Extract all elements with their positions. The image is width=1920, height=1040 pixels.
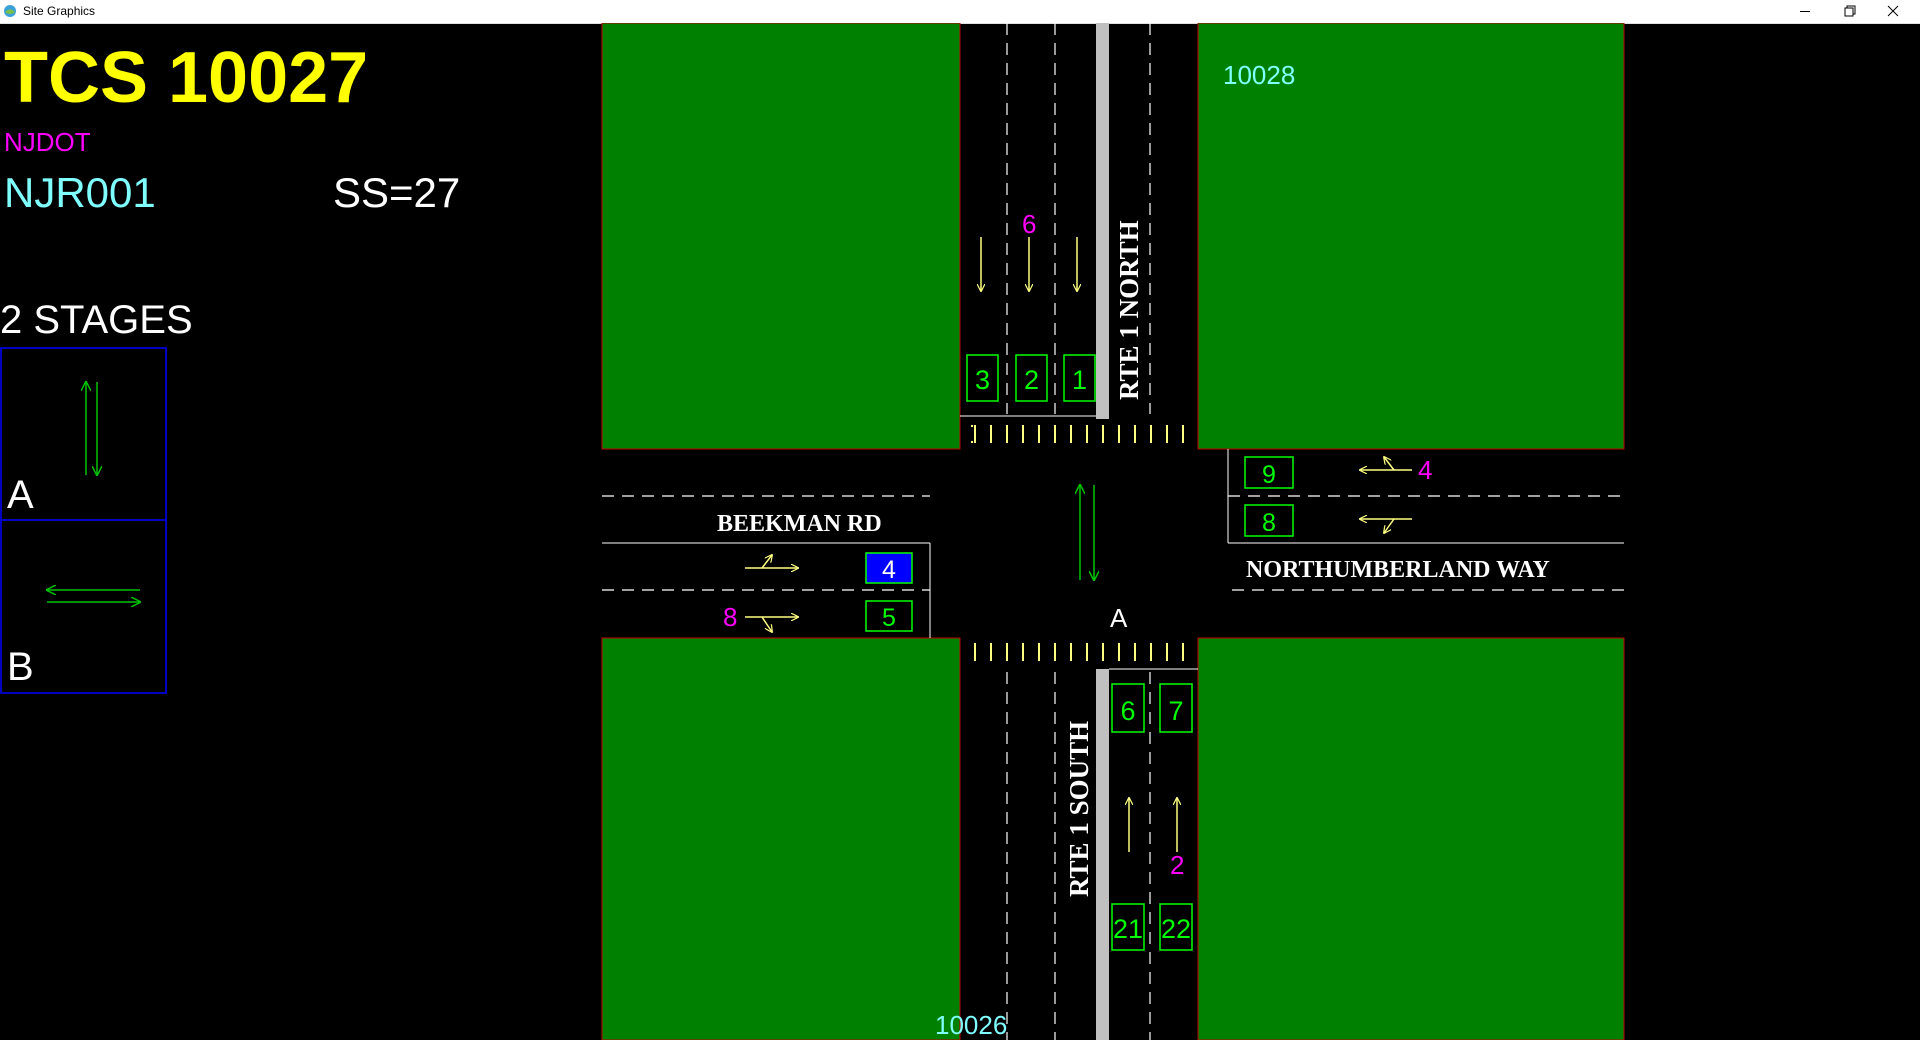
detector-label: 7 (1168, 696, 1183, 726)
site-graphic: A B RTE 1 NORTH RTE 1 SOUTH BEEKMAN RD N… (0, 23, 1625, 1040)
detector-label: 6 (1120, 696, 1135, 726)
south-arrows (1129, 798, 1177, 852)
detector-west-5[interactable]: 5 (865, 600, 913, 632)
stage-panel: A B (0, 347, 167, 694)
detector-label: 1 (1072, 365, 1087, 395)
south-crosswalk (974, 643, 1184, 661)
phase-label-west: 8 (723, 602, 737, 632)
detector-label: 3 (975, 365, 990, 395)
grass-sw (601, 637, 961, 1040)
detector-label: 2 (1024, 365, 1039, 395)
detector-south-7[interactable]: 7 (1159, 683, 1193, 733)
road-name-east: NORTHUMBERLAND WAY (1246, 557, 1550, 583)
detector-west-4[interactable]: 4 (865, 552, 913, 584)
adjacent-site-s[interactable]: 10026 (935, 1010, 1007, 1040)
adjacent-site-ne[interactable]: 10028 (1223, 60, 1295, 90)
close-icon[interactable] (1870, 0, 1916, 23)
detector-label: 8 (1262, 509, 1276, 537)
east-arrows (1360, 457, 1412, 533)
window-titlebar: Site Graphics (0, 0, 1920, 24)
detector-label: 9 (1262, 461, 1276, 489)
detector-east-8[interactable]: 8 (1244, 504, 1294, 537)
north-crosswalk (974, 425, 1184, 443)
restore-icon[interactable] (1826, 0, 1872, 23)
detector-north-1[interactable]: 1 (1063, 354, 1096, 402)
south-median (1096, 669, 1109, 1040)
road-name-west: BEEKMAN RD (717, 511, 882, 537)
road-name-north: RTE 1 NORTH (1114, 220, 1144, 400)
current-stage-label: A (1110, 603, 1128, 633)
window-title: Site Graphics (23, 4, 96, 18)
grass-se (1197, 637, 1625, 1040)
detector-south-6[interactable]: 6 (1111, 683, 1145, 733)
phase-label-south: 2 (1170, 850, 1184, 880)
detector-label: 5 (882, 604, 896, 632)
detector-label: 4 (882, 556, 896, 584)
north-arrows (981, 237, 1077, 291)
phase-label-north: 6 (1022, 209, 1036, 239)
grass-nw (601, 23, 961, 450)
detector-east-9[interactable]: 9 (1244, 456, 1294, 489)
detector-north-3[interactable]: 3 (966, 354, 999, 402)
north-median (1096, 23, 1109, 419)
road-name-south: RTE 1 SOUTH (1064, 721, 1094, 897)
detector-north-2[interactable]: 2 (1015, 354, 1048, 402)
detector-label: 22 (1161, 914, 1191, 944)
detector-south-21[interactable]: 21 (1111, 903, 1145, 951)
minimize-icon[interactable] (1782, 0, 1828, 23)
app-icon (4, 5, 16, 17)
stage-b-label: B (7, 645, 34, 689)
detector-label: 21 (1113, 914, 1143, 944)
phase-label-east: 4 (1418, 455, 1432, 485)
detector-south-22[interactable]: 22 (1159, 903, 1193, 951)
west-arrows (745, 555, 798, 632)
stage-a-label: A (7, 473, 34, 517)
